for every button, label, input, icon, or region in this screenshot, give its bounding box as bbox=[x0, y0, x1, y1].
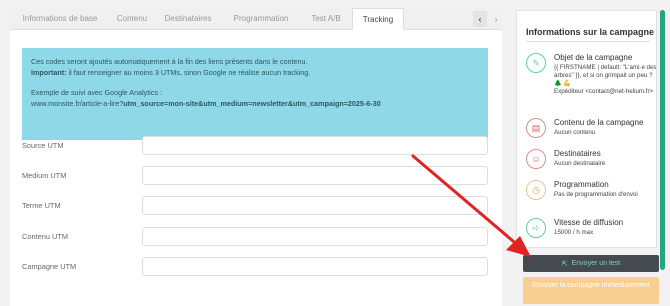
step-title: Programmation bbox=[554, 180, 609, 189]
campaign-editor: Informations de base Contenu Destinatair… bbox=[0, 0, 670, 306]
campaign-info-sidebar: Informations sur la campagne ✎ Objet de … bbox=[516, 10, 657, 248]
medium-utm-input[interactable] bbox=[142, 166, 488, 185]
tab-test-ab[interactable]: Test A/B bbox=[300, 8, 352, 30]
example-url-params: utm_source=mon-site&utm_medium=newslette… bbox=[123, 99, 381, 108]
tab-tracking[interactable]: Tracking bbox=[352, 8, 404, 30]
sidebar-title: Informations sur la campagne bbox=[526, 27, 655, 37]
source-utm-label: Source UTM bbox=[22, 141, 64, 150]
step-title: Objet de la campagne bbox=[554, 53, 633, 62]
document-icon: ▤ bbox=[526, 118, 546, 138]
important-label: Important: bbox=[31, 68, 67, 77]
scrollbar[interactable] bbox=[660, 10, 665, 270]
tab-contenu[interactable]: Contenu bbox=[110, 8, 154, 30]
step-desc: Aucun destinataire bbox=[554, 160, 606, 167]
important-text: il faut renseigner au moins 3 UTMs, sino… bbox=[66, 68, 311, 77]
pencil-icon: ✎ bbox=[526, 53, 546, 73]
campagne-utm-input[interactable] bbox=[142, 257, 488, 276]
send-test-button[interactable]: ⇱ Envoyer un test bbox=[523, 255, 659, 272]
campagne-utm-label: Campagne UTM bbox=[22, 262, 77, 271]
tab-informations-de-base[interactable]: Informations de base bbox=[10, 8, 110, 30]
tab-bar: Informations de base Contenu Destinatair… bbox=[10, 8, 502, 30]
contenu-utm-label: Contenu UTM bbox=[22, 232, 69, 241]
tab-programmation[interactable]: Programmation bbox=[222, 8, 300, 30]
step-desc: Aucun contenu bbox=[554, 129, 596, 136]
send-test-label: Envoyer un test bbox=[571, 260, 621, 267]
users-icon: ☺ bbox=[526, 149, 546, 169]
example-label: Exemple de suivi avec Google Analytics : bbox=[31, 88, 163, 97]
step-desc: {{ FIRSTNAME | default: "L'ami·e des arb… bbox=[554, 64, 657, 95]
terme-utm-input[interactable] bbox=[142, 196, 488, 215]
info-line: Ces codes seront ajoutés automatiquement… bbox=[31, 57, 308, 66]
tracking-panel: Ces codes seront ajoutés automatiquement… bbox=[10, 30, 502, 306]
example-url-base: www.monsite.fr/article-a-lire? bbox=[31, 99, 124, 108]
step-title: Destinataires bbox=[554, 149, 601, 158]
info-box: Ces codes seront ajoutés automatiquement… bbox=[22, 48, 488, 140]
terme-utm-label: Terme UTM bbox=[22, 201, 61, 210]
contenu-utm-input[interactable] bbox=[142, 227, 488, 246]
clock-icon: ◷ bbox=[526, 180, 546, 200]
send-icon: ➪ bbox=[526, 218, 546, 238]
send-test-icon: ⇱ bbox=[561, 260, 568, 268]
send-campaign-button[interactable]: Envoyer la campagne immédiatement bbox=[523, 277, 659, 304]
step-desc: 15000 / h max bbox=[554, 229, 594, 236]
step-title: Vitesse de diffusion bbox=[554, 218, 624, 227]
source-utm-input[interactable] bbox=[142, 136, 488, 155]
tab-destinataires[interactable]: Destinataires bbox=[154, 8, 222, 30]
sidebar-divider bbox=[526, 41, 650, 42]
step-title: Contenu de la campagne bbox=[554, 118, 644, 127]
tab-scroll-left-icon[interactable]: ‹ bbox=[473, 11, 487, 27]
medium-utm-label: Medium UTM bbox=[22, 171, 67, 180]
step-desc: Pas de programmation d'envoi bbox=[554, 191, 638, 198]
tab-scroll-right-icon[interactable]: › bbox=[489, 11, 503, 27]
